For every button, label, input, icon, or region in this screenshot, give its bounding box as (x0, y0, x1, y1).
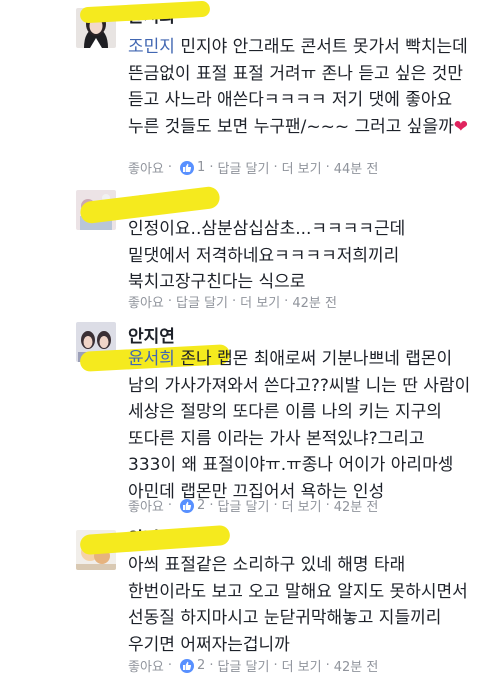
timestamp[interactable]: 42분 전 (334, 496, 379, 515)
timestamp[interactable]: 42분 전 (292, 292, 337, 311)
comment-text: 아씌 표절같은 소리하구 있네 해명 타래 한번이라도 보고 오고 말해요 알지… (128, 552, 473, 658)
like-button[interactable]: 좋아요 (128, 496, 164, 515)
reply-button[interactable]: 답글 달기 (217, 496, 269, 515)
comment-body: 존나 랩몬 최애로써 기분나쁘네 랩몬이 남의 가사가져와서 쓴다고??씨발 니… (128, 349, 471, 502)
comment-body: 인정이요..삼분삼십삼초...ㅋㅋㅋㅋ근데 밑댓에서 저격하네요ㅋㅋㅋㅋ저희끼리… (128, 219, 406, 292)
comment-actions: 좋아요 · 답글 달기 · 더 보기 · 42분 전 (128, 292, 337, 311)
comment-actions: 좋아요 · 1 · 답글 달기 · 더 보기 · 44분 전 (128, 158, 379, 177)
like-button[interactable]: 좋아요 (128, 158, 164, 177)
comment-4: 안정희 아씌 표절같은 소리하구 있네 해명 타래 한번이라도 보고 오고 말해… (0, 522, 480, 684)
name-redaction (79, 0, 211, 24)
reply-button[interactable]: 답글 달기 (176, 292, 228, 311)
comment-1: 윤서희 조민지 민지야 안그래도 콘서트 못가서 빡치는데 뜬금없이 표절 표절… (0, 0, 480, 180)
tagged-user[interactable]: 윤서희 (128, 349, 175, 369)
comment-body: 아씌 표절같은 소리하구 있네 해명 타래 한번이라도 보고 오고 말해요 알지… (128, 555, 468, 655)
comment-2: 신민영 인정이요..삼분삼십삼초...ㅋㅋㅋㅋ근데 밑댓에서 저격하네요ㅋㅋㅋㅋ… (0, 180, 480, 311)
reply-button[interactable]: 답글 달기 (217, 656, 269, 675)
more-button[interactable]: 더 보기 (282, 656, 322, 675)
comment-3: 안지연 윤서희 존나 랩몬 최애로써 기분나쁘네 랩몬이 남의 가사가져와서 쓴… (0, 312, 480, 522)
timestamp[interactable]: 44분 전 (334, 158, 379, 177)
thumbs-up-icon (180, 160, 195, 175)
like-count: 2 (197, 498, 206, 513)
like-count: 1 (197, 160, 206, 175)
heart-emoji: ❤ (453, 116, 468, 137)
comment-text: 인정이요..삼분삼십삼초...ㅋㅋㅋㅋ근데 밑댓에서 저격하네요ㅋㅋㅋㅋ저희끼리… (128, 216, 473, 296)
comment-actions: 좋아요 · 2 · 답글 달기 · 더 보기 · 42분 전 (128, 496, 379, 515)
comment-body: 민지야 안그래도 콘서트 못가서 빡치는데 뜬금없이 표절 표절 거려ㅠ 존나 … (128, 37, 468, 137)
commenter-name[interactable]: 안지연 (128, 322, 175, 347)
thumbs-up-icon (180, 658, 195, 673)
more-button[interactable]: 더 보기 (240, 292, 280, 311)
comment-actions: 좋아요 · 2 · 답글 달기 · 더 보기 · 42분 전 (128, 656, 379, 675)
more-button[interactable]: 더 보기 (282, 158, 322, 177)
tagged-user[interactable]: 조민지 (128, 37, 175, 57)
more-button[interactable]: 더 보기 (282, 496, 322, 515)
like-button[interactable]: 좋아요 (128, 656, 164, 675)
thumbs-up-icon (180, 498, 195, 513)
like-button[interactable]: 좋아요 (128, 292, 164, 311)
reply-button[interactable]: 답글 달기 (217, 158, 269, 177)
comment-text: 윤서희 존나 랩몬 최애로써 기분나쁘네 랩몬이 남의 가사가져와서 쓴다고??… (128, 346, 473, 505)
timestamp[interactable]: 42분 전 (334, 656, 379, 675)
like-count: 2 (197, 658, 206, 673)
comment-text: 조민지 민지야 안그래도 콘서트 못가서 빡치는데 뜬금없이 표절 표절 거려ㅠ… (128, 34, 473, 140)
